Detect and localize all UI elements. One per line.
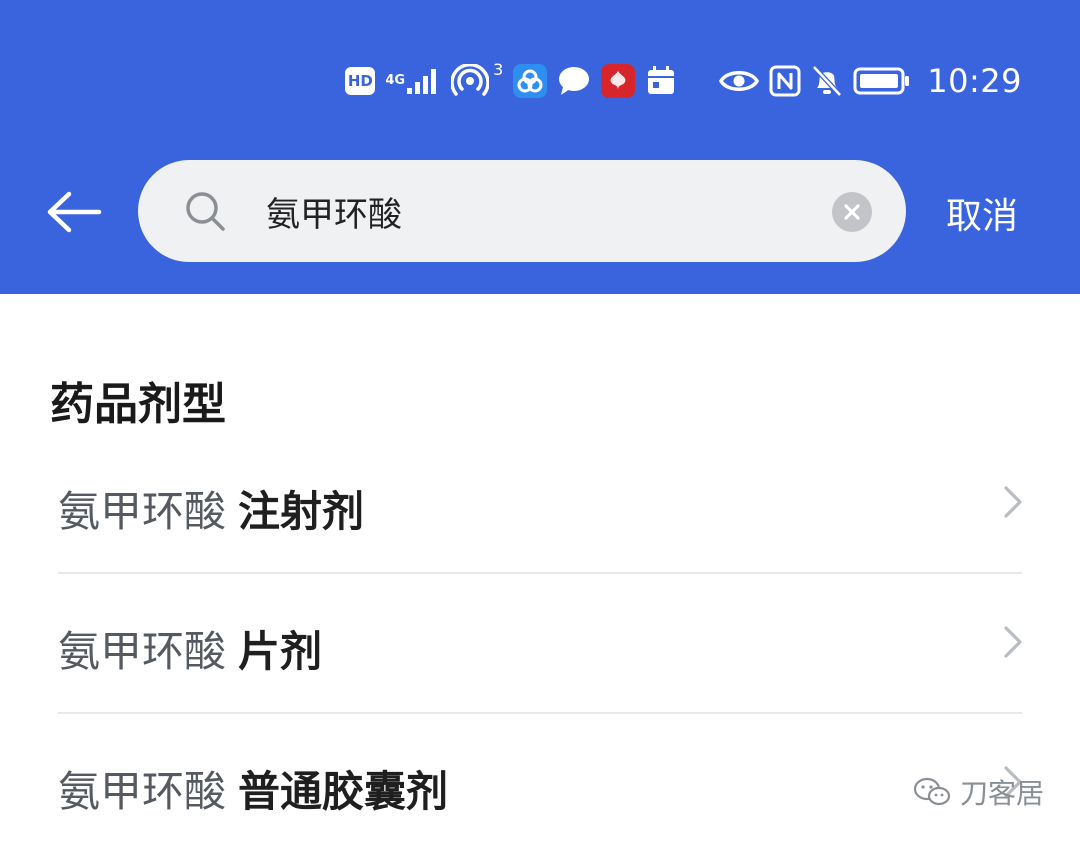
hotspot-count: 3	[493, 60, 504, 79]
search-input[interactable]	[266, 184, 806, 238]
wechat-icon	[913, 777, 951, 806]
nfc-icon	[769, 65, 801, 97]
result-label: 氨甲环酸 普通胶囊剂	[58, 758, 448, 819]
chevron-right-icon	[1004, 626, 1022, 658]
chat-icon	[557, 65, 591, 97]
status-time: 10:29	[927, 62, 1022, 100]
result-label: 氨甲环酸 片剂	[58, 618, 322, 679]
back-button[interactable]	[44, 182, 104, 242]
status-bar: HD 4G 3 10:29	[345, 56, 1022, 106]
result-drug-name: 氨甲环酸	[58, 487, 227, 536]
search-box[interactable]	[138, 160, 906, 262]
watermark: 刀客居	[912, 772, 1044, 812]
section-title: 药品剂型	[50, 379, 226, 430]
network-type-label: 4G	[385, 73, 406, 88]
result-dosage-form: 注射剂	[238, 487, 365, 536]
signal-icon: 4G	[385, 66, 441, 96]
result-drug-name: 氨甲环酸	[58, 767, 227, 816]
battery-icon	[853, 66, 911, 96]
red-app-icon	[601, 64, 636, 98]
calendar-icon	[645, 65, 677, 97]
mute-bell-icon	[811, 64, 843, 98]
watermark-text: 刀客居	[959, 777, 1044, 810]
result-drug-name: 氨甲环酸	[58, 627, 227, 676]
chevron-right-icon	[1004, 486, 1022, 518]
cancel-button[interactable]: 取消	[932, 186, 1032, 240]
result-item-injection[interactable]: 氨甲环酸 注射剂	[0, 434, 1080, 574]
app-icon	[513, 64, 548, 98]
result-item-tablet[interactable]: 氨甲环酸 片剂	[0, 574, 1080, 714]
result-dosage-form: 普通胶囊剂	[238, 767, 449, 816]
back-arrow-icon	[47, 191, 102, 233]
eye-icon	[719, 67, 760, 95]
clear-search-button[interactable]	[832, 192, 872, 232]
search-icon	[186, 192, 225, 231]
header-bar: HD 4G 3 10:29 氨甲环酸 取消	[0, 0, 1080, 294]
close-icon	[844, 204, 860, 220]
result-label: 氨甲环酸 注射剂	[58, 478, 364, 539]
hd-badge: HD	[345, 67, 376, 95]
hotspot-icon	[451, 64, 490, 98]
result-dosage-form: 片剂	[238, 627, 323, 676]
